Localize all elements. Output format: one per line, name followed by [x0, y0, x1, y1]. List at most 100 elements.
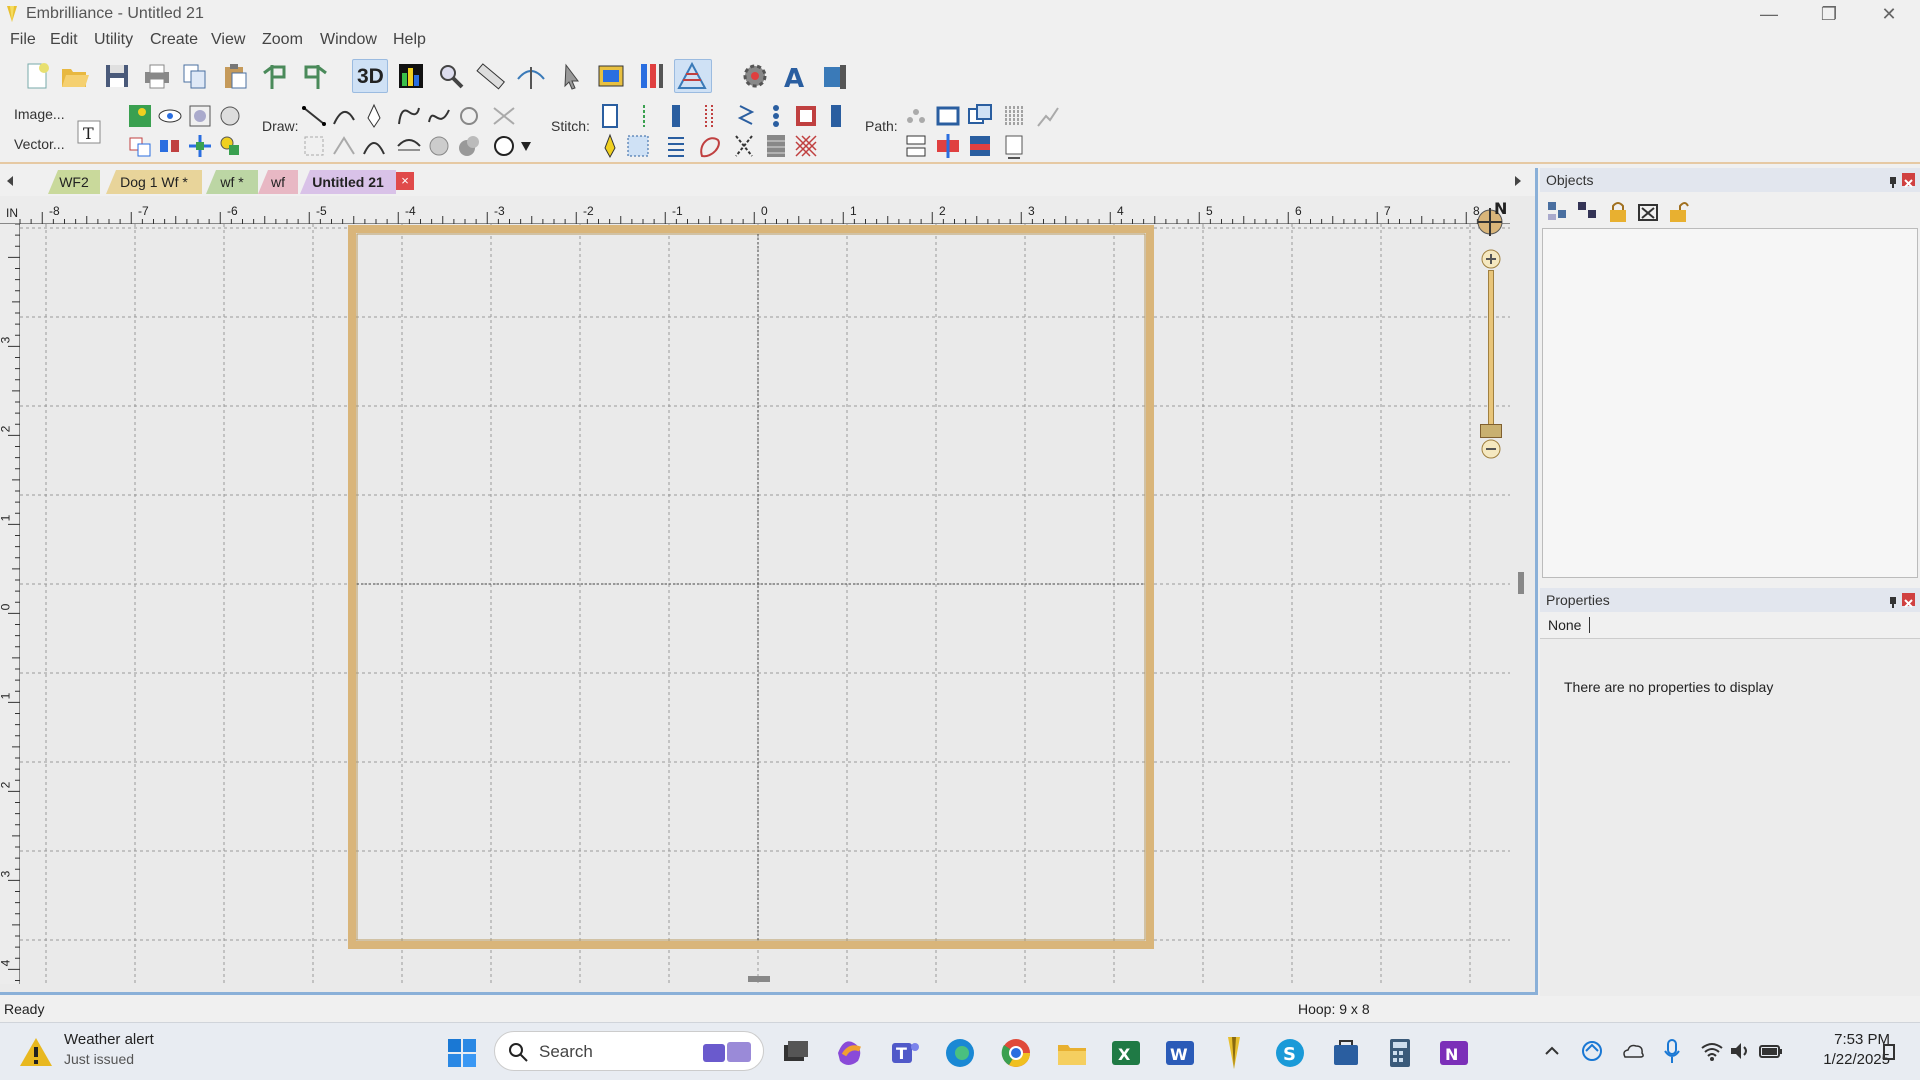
draw-brush-icon[interactable] [455, 132, 483, 160]
stitch-fill-icon[interactable] [624, 132, 652, 160]
print-icon[interactable] [140, 59, 174, 93]
zoom-magnifier-icon[interactable] [434, 59, 468, 93]
properties-selected-tab[interactable]: None [1548, 617, 1591, 633]
stitch-border-icon[interactable] [792, 102, 820, 130]
stitch-mesh-icon[interactable] [792, 132, 820, 160]
chrome-icon[interactable] [996, 1033, 1036, 1073]
zoom-out-icon[interactable] [1480, 438, 1502, 460]
zoom-slider-thumb[interactable] [1480, 424, 1502, 438]
properties-pin-icon[interactable] [1886, 592, 1900, 608]
properties-close-icon[interactable] [1902, 593, 1915, 608]
draw-wave-icon[interactable] [395, 132, 423, 160]
settings-gear-icon[interactable] [738, 59, 772, 93]
stitch-satin-icon[interactable] [596, 102, 624, 130]
zoom-in-icon[interactable] [1480, 248, 1502, 270]
horizontal-splitter-handle[interactable] [748, 976, 770, 982]
tab-dog-1-wf[interactable]: Dog 1 Wf * [106, 170, 202, 194]
merge-tool-icon[interactable] [126, 132, 154, 160]
stitch-dots-icon[interactable] [762, 102, 790, 130]
color-chart-icon[interactable] [394, 59, 428, 93]
stitch-steps-icon[interactable] [662, 132, 690, 160]
path-layer-icon[interactable] [966, 132, 994, 160]
draw-curve-icon[interactable] [330, 102, 358, 130]
copilot-icon[interactable] [830, 1033, 870, 1073]
redo-icon[interactable] [298, 59, 332, 93]
3d-view-toggle[interactable]: 3D [352, 59, 388, 93]
grid-view-toggle[interactable] [674, 59, 712, 93]
menu-create[interactable]: Create [150, 31, 198, 49]
objects-close-icon[interactable] [1902, 173, 1915, 188]
onedrive-cloud-icon[interactable] [1620, 1039, 1646, 1063]
image-button[interactable]: Image... [14, 106, 65, 122]
copy-icon[interactable] [178, 59, 212, 93]
tab-untitled-21[interactable]: Untitled 21 [300, 170, 396, 194]
chevron-up-icon[interactable] [1542, 1041, 1562, 1061]
excel-icon[interactable]: X [1106, 1033, 1146, 1073]
menu-file[interactable]: File [10, 31, 36, 49]
tab-close-button[interactable]: × [396, 172, 414, 190]
new-file-icon[interactable] [20, 59, 54, 93]
stitch-bean-icon[interactable] [694, 102, 722, 130]
tab-wf2[interactable]: WF2 [48, 170, 100, 194]
volume-icon[interactable] [1728, 1039, 1752, 1063]
measure-ruler-icon[interactable] [474, 59, 508, 93]
draw-line-icon[interactable] [300, 102, 328, 130]
maximize-button[interactable]: ❐ [1800, 0, 1858, 28]
clock-time[interactable]: 7:53 PM [1804, 1031, 1890, 1048]
clock-date[interactable]: 1/22/2025 [1794, 1051, 1890, 1068]
menu-view[interactable]: View [211, 31, 245, 49]
stitch-run-icon[interactable] [630, 102, 658, 130]
path-window-icon[interactable] [966, 102, 994, 130]
hoop-icon[interactable] [818, 59, 852, 93]
task-view-icon[interactable] [776, 1033, 816, 1073]
eye-tool-icon[interactable] [156, 102, 184, 130]
draw-circle-path-icon[interactable] [455, 102, 483, 130]
pin-icon[interactable] [1886, 172, 1900, 188]
chevron-down-icon[interactable] [518, 132, 534, 160]
compass-navigator-icon[interactable]: N [1476, 199, 1507, 236]
shapes-tool-icon[interactable] [216, 132, 244, 160]
path-sparkle-icon[interactable] [1034, 102, 1062, 130]
tab-scroll-left-icon[interactable] [4, 174, 16, 188]
path-frame-icon[interactable] [934, 102, 962, 130]
text-tool-icon[interactable]: T [75, 118, 103, 146]
tab-scroll-right-icon[interactable] [1512, 174, 1524, 188]
vector-button[interactable]: Vector... [14, 136, 65, 152]
stitch-bar-icon[interactable] [822, 102, 850, 130]
globe-tool-icon[interactable] [216, 102, 244, 130]
save-icon[interactable] [100, 59, 134, 93]
draw-shape-circle-icon[interactable] [490, 132, 518, 160]
vertical-splitter-handle[interactable] [1518, 572, 1524, 594]
close-button[interactable]: ✕ [1860, 0, 1918, 28]
store-icon[interactable] [1326, 1033, 1366, 1073]
sync-icon[interactable] [1580, 1039, 1604, 1063]
onenote-icon[interactable]: N [1434, 1033, 1474, 1073]
taskbar-search-box[interactable]: Search [494, 1031, 764, 1071]
split-stitch-icon[interactable] [514, 59, 548, 93]
weather-alert-icon[interactable] [18, 1035, 54, 1069]
teams-icon[interactable]: T [884, 1033, 924, 1073]
undo-icon[interactable] [258, 59, 292, 93]
menu-window[interactable]: Window [320, 31, 377, 49]
hide-icon[interactable] [1636, 200, 1660, 224]
battery-icon[interactable] [1758, 1039, 1784, 1063]
wifi-icon[interactable] [1700, 1039, 1724, 1063]
draw-pen-icon[interactable] [360, 102, 388, 130]
design-canvas[interactable]: IN -8-7-6-5-4-3-2-1012345678 32101234 N [0, 196, 1535, 992]
draw-select-icon[interactable] [300, 132, 328, 160]
tab-wf[interactable]: wf [258, 170, 298, 194]
calculator-icon[interactable] [1380, 1033, 1420, 1073]
path-scatter-icon[interactable] [902, 102, 930, 130]
skype-icon[interactable]: S [1270, 1033, 1310, 1073]
draw-fill-icon[interactable] [425, 132, 453, 160]
menu-edit[interactable]: Edit [50, 31, 78, 49]
draw-arc-icon[interactable] [360, 132, 388, 160]
group-icon[interactable] [1546, 200, 1570, 224]
path-center-icon[interactable] [934, 132, 962, 160]
file-explorer-icon[interactable] [1052, 1033, 1092, 1073]
path-fringe-icon[interactable] [1000, 102, 1028, 130]
menu-utility[interactable]: Utility [94, 31, 133, 49]
draw-node-icon[interactable] [330, 132, 358, 160]
minimize-button[interactable]: — [1740, 0, 1798, 28]
tab-wf-modified[interactable]: wf * [206, 170, 258, 194]
